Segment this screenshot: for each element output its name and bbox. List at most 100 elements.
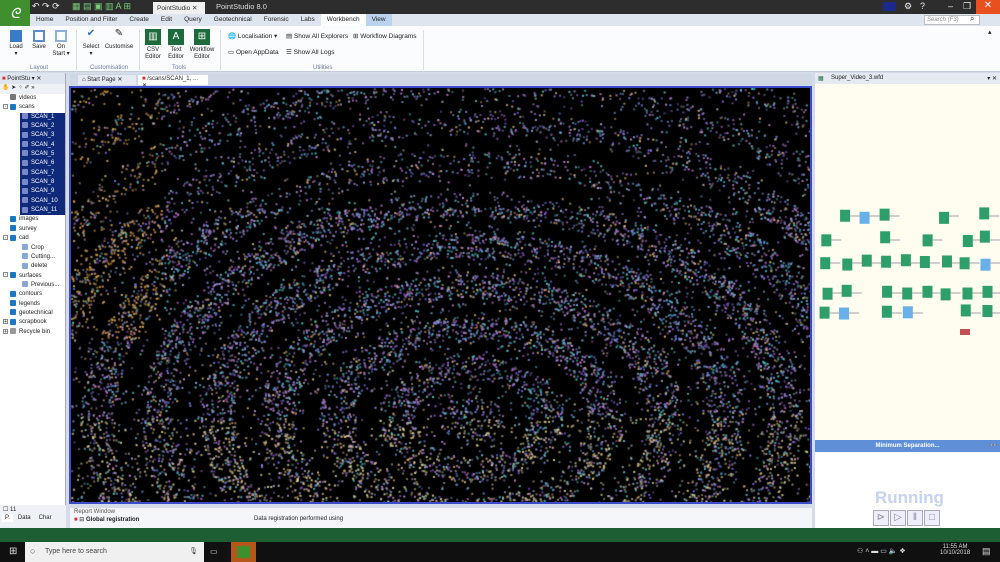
- pause-button[interactable]: ‖: [907, 510, 923, 526]
- menu-create[interactable]: Create: [123, 14, 155, 26]
- tree-item[interactable]: Previous...: [0, 281, 65, 290]
- workflow-node[interactable]: [979, 207, 990, 220]
- menu-forensic[interactable]: Forensic: [258, 14, 295, 26]
- menu-labs[interactable]: Labs: [295, 14, 321, 26]
- microphone-icon[interactable]: 🎙: [189, 547, 198, 555]
- tree-item[interactable]: Cutting...: [0, 253, 65, 262]
- help-icon[interactable]: ?: [920, 1, 925, 11]
- quick-tool-icons[interactable]: ▦ ▤ ▣ ▥ A ⊞: [72, 1, 131, 12]
- tab-char[interactable]: Char: [36, 514, 55, 522]
- tree-item[interactable]: SCAN_9: [20, 187, 65, 197]
- workflow-node[interactable]: [822, 287, 833, 300]
- flag-icon[interactable]: [883, 2, 896, 11]
- tree-item[interactable]: SCAN_1: [20, 112, 65, 123]
- customise-button[interactable]: ✎ Customise: [104, 29, 134, 51]
- menu-query[interactable]: Query: [178, 14, 208, 26]
- run-button[interactable]: ⊳: [873, 510, 889, 526]
- task-view-icon[interactable]: ▭: [210, 547, 218, 556]
- gear-icon[interactable]: ⚙: [904, 1, 912, 12]
- tree-item[interactable]: SCAN_2: [20, 122, 65, 132]
- show-all-explorers-button[interactable]: ▤ Show All Explorers: [286, 32, 348, 40]
- step-button[interactable]: ▷: [890, 510, 906, 526]
- open-appdata-button[interactable]: ▭ Open AppData: [228, 48, 279, 56]
- workflow-node[interactable]: [859, 211, 870, 224]
- explorer-toolbar[interactable]: ✋ ➤ ⁘ ✐ »: [0, 84, 65, 94]
- close-button[interactable]: ✕: [976, 0, 1000, 14]
- minimize-icon[interactable]: –: [948, 1, 953, 11]
- workflow-node[interactable]: [982, 285, 993, 298]
- windows-start-icon[interactable]: ⊞: [9, 546, 17, 557]
- tree-item[interactable]: SCAN_6: [20, 159, 65, 169]
- workflow-node[interactable]: [941, 255, 952, 268]
- workflow-diagrams-button[interactable]: ⊞ Workflow Diagrams: [353, 32, 417, 40]
- menu-position-filter[interactable]: Position and Filter: [59, 14, 123, 26]
- workflow-node[interactable]: [842, 258, 853, 271]
- tree-item[interactable]: - cad: [0, 234, 65, 243]
- workflow-node[interactable]: [939, 211, 950, 224]
- point-cloud-canvas[interactable]: [71, 88, 810, 502]
- tree-item[interactable]: - scans: [0, 103, 65, 112]
- workflow-node[interactable]: [821, 234, 832, 247]
- workflow-node[interactable]: [979, 230, 990, 243]
- tab-data[interactable]: Data: [15, 514, 34, 522]
- tree-item[interactable]: + scrapbook: [0, 318, 65, 327]
- csv-editor-button[interactable]: ▥ CSV Editor: [143, 29, 163, 61]
- tab-scan[interactable]: ■ /scans/SCAN_1, ... ✕: [138, 75, 208, 89]
- expand-toggle[interactable]: -: [3, 272, 8, 278]
- workflow-node[interactable]: [840, 209, 851, 222]
- tab-pointstudio[interactable]: P.: [2, 514, 13, 522]
- workflow-node[interactable]: [902, 306, 913, 319]
- show-all-logs-button[interactable]: ☰ Show All Logs: [286, 48, 334, 56]
- workflow-node[interactable]: [960, 304, 971, 317]
- menu-workbench[interactable]: Workbench: [320, 14, 366, 26]
- workflow-node[interactable]: [922, 234, 933, 247]
- select-button[interactable]: ✔ Select ▾: [80, 29, 102, 58]
- expand-toggle[interactable]: +: [3, 319, 8, 325]
- restore-icon[interactable]: ❐: [963, 1, 971, 12]
- workflow-node[interactable]: [820, 257, 831, 270]
- workflow-node[interactable]: [861, 254, 872, 267]
- workflow-editor-button[interactable]: ⊞ Workflow Editor: [188, 29, 216, 61]
- workflow-node[interactable]: [881, 305, 892, 318]
- binoculars-icon[interactable]: 👓: [990, 440, 997, 452]
- tree-item[interactable]: Crop: [0, 243, 65, 253]
- workflow-node[interactable]: [839, 307, 850, 320]
- workflow-node[interactable]: [922, 285, 933, 298]
- workflow-node[interactable]: [902, 287, 913, 300]
- tree-item[interactable]: SCAN_10: [20, 196, 65, 207]
- workflow-node[interactable]: [881, 255, 892, 268]
- tree-item[interactable]: - surfaces: [0, 271, 65, 281]
- tree-item[interactable]: SCAN_7: [20, 168, 65, 179]
- tree-item[interactable]: survey: [0, 225, 65, 234]
- expand-toggle[interactable]: -: [3, 104, 8, 110]
- workflow-node-active[interactable]: [960, 329, 970, 335]
- on-start-button[interactable]: On Start ▾: [51, 30, 71, 58]
- menu-edit[interactable]: Edit: [155, 14, 178, 26]
- workflow-node[interactable]: [962, 287, 973, 300]
- workflow-node[interactable]: [959, 257, 970, 270]
- tree-item[interactable]: SCAN_8: [20, 178, 65, 188]
- taskbar-search-input[interactable]: ○ Type here to search 🎙: [25, 542, 204, 562]
- menu-geotechnical[interactable]: Geotechnical: [208, 14, 258, 26]
- tree-item[interactable]: SCAN_3: [20, 131, 65, 141]
- text-editor-button[interactable]: A Text Editor: [166, 29, 186, 61]
- tree-item[interactable]: delete: [0, 262, 65, 271]
- workflow-node[interactable]: [919, 255, 930, 268]
- tree-item[interactable]: SCAN_4: [20, 140, 65, 151]
- tree-item[interactable]: contours: [0, 290, 65, 299]
- workflow-node[interactable]: [819, 306, 830, 319]
- taskbar-pointstudio-app[interactable]: [231, 542, 256, 562]
- workflow-node[interactable]: [982, 304, 993, 317]
- menu-home[interactable]: Home: [30, 14, 59, 26]
- clock[interactable]: 11:55 AM 10/10/2018: [940, 544, 970, 556]
- panel-controls[interactable]: ▾ ✕: [987, 75, 997, 82]
- menu-view[interactable]: View: [365, 14, 392, 26]
- app-logo[interactable]: ᘓ: [0, 0, 30, 26]
- workflow-node[interactable]: [882, 285, 893, 298]
- report-row[interactable]: ■ ⊟ Global registration Data registration…: [70, 516, 812, 523]
- tree-item[interactable]: images: [0, 215, 65, 224]
- quick-access-icons[interactable]: ↶ ↷ ⟳: [32, 1, 60, 12]
- localisation-button[interactable]: 🌐 Localisation ▾: [228, 32, 277, 40]
- tray-icons[interactable]: ⚇ ˄ ▬ ▭ 🔈 ❖: [857, 547, 906, 555]
- workflow-node[interactable]: [880, 231, 891, 244]
